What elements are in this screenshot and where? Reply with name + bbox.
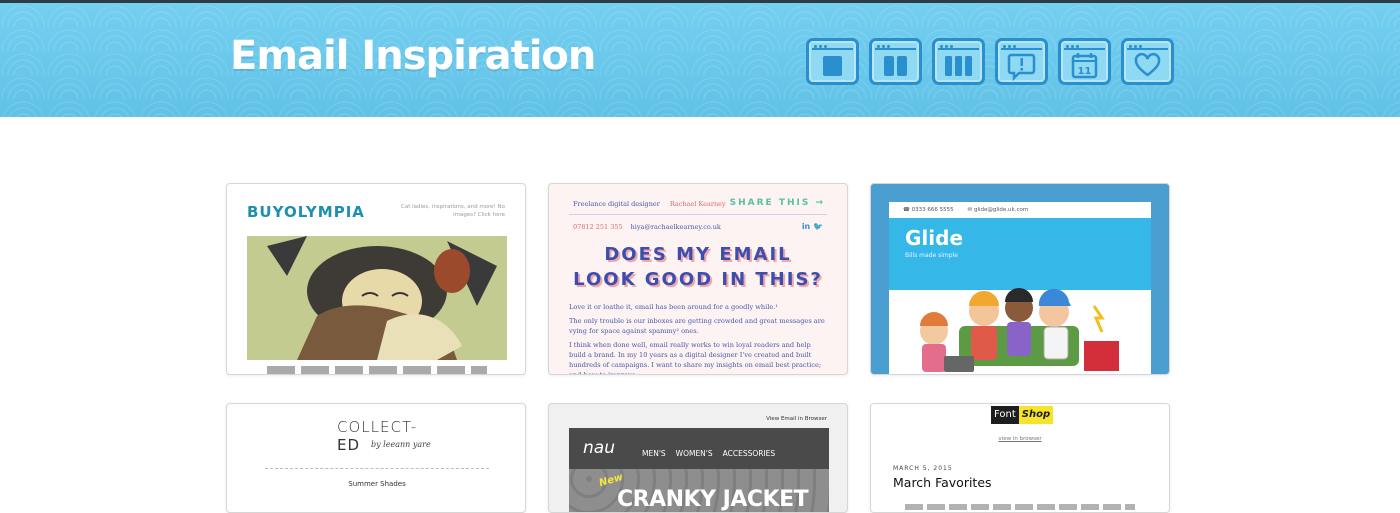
calendar-icon[interactable]: 11 (1058, 38, 1111, 85)
collected-email: COLLECT- ED by leeann yare Summer Shades (241, 404, 513, 512)
email-card-nau[interactable]: View Email in Browser nau MEN'S WOMEN'S AC… (548, 403, 848, 513)
layout-three-column-icon[interactable] (932, 38, 985, 85)
phone-number: 07812 251 355 (573, 223, 623, 231)
layout-two-column-icon[interactable] (869, 38, 922, 85)
nau-nav-items: MEN'S WOMEN'S ACCESSORIES (642, 449, 776, 458)
email-body: Love it or loathe it, email has been aro… (569, 303, 825, 375)
alert-icon[interactable] (995, 38, 1048, 85)
page-title: Email Inspiration (230, 33, 596, 79)
promo-title: CRANKY JACKET (617, 487, 809, 512)
caption-text (267, 366, 487, 374)
email-address: hiya@rachaelkearney.co.uk (630, 223, 721, 231)
email-card-collected[interactable]: COLLECT- ED by leeann yare Summer Shades (226, 403, 526, 513)
layout-one-column-icon[interactable] (806, 38, 859, 85)
email-card-fontshop[interactable]: Font Shop view in browser MARCH 5, 2015 M… (870, 403, 1170, 513)
view-in-browser-link: view in browser (998, 436, 1042, 442)
email-card-buyolympia[interactable]: BUYOLYMPIA Cat ladies, inspirations, and… (226, 183, 526, 375)
collected-logo-line2: ED (337, 436, 361, 454)
glide-subtitle: Bills made simple (905, 252, 958, 259)
svg-text:11: 11 (1078, 66, 1092, 77)
fontshop-logo: Font Shop (991, 406, 1054, 424)
glide-illustration (920, 288, 1119, 372)
buyolympia-logo: BUYOLYMPIA (247, 203, 365, 221)
glide-email: ☎ 0333 666 5555 ✉ glide@glide.uk.com Glid… (889, 202, 1151, 374)
illustration-image (247, 236, 507, 360)
nau-promo-banner: New CRANKY JACKET (569, 469, 829, 512)
email-date: MARCH 5, 2015 (893, 465, 953, 472)
collected-logo-line1: COLLECT- (337, 418, 418, 436)
glide-banner: Glide Bills made simple (889, 218, 1151, 290)
collected-byline: by leeann yare (371, 440, 431, 449)
designer-name: Rachael Kearney (669, 200, 726, 208)
nau-logo: nau (583, 438, 615, 458)
share-this-link: SHARE THIS → (729, 198, 825, 208)
buyolympia-tagline: Cat ladies, inspirations, and more! No i… (401, 204, 505, 218)
email-card-rachael-kearney[interactable]: Freelance digital designer Rachael Kearne… (548, 183, 848, 375)
email-headline: DOES MY EMAIL LOOK GOOD IN THIS? (573, 244, 823, 290)
glide-contact: ☎ 0333 666 5555 ✉ glide@glide.uk.com (903, 207, 1029, 213)
contact-line: 07812 251 355 hiya@rachaelkearney.co.uk (573, 223, 729, 231)
divider (569, 214, 827, 215)
designer-role: Freelance digital designer Rachael Kearne… (573, 200, 726, 208)
view-in-browser-link: View Email in Browser (766, 416, 827, 422)
layout-switcher: 11 (806, 38, 1174, 85)
site-header: Email Inspiration 11 (0, 3, 1400, 117)
collected-subtitle: Summer Shades (348, 480, 406, 488)
nau-navbar: nau MEN'S WOMEN'S ACCESSORIES (569, 428, 829, 469)
divider (265, 468, 489, 469)
social-icons: in 🐦 (801, 222, 823, 231)
glide-logo: Glide (905, 226, 964, 250)
email-title: March Favorites (893, 475, 992, 490)
heart-icon[interactable] (1121, 38, 1174, 85)
email-card-glide[interactable]: ☎ 0333 666 5555 ✉ glide@glide.uk.com Glid… (870, 183, 1170, 375)
